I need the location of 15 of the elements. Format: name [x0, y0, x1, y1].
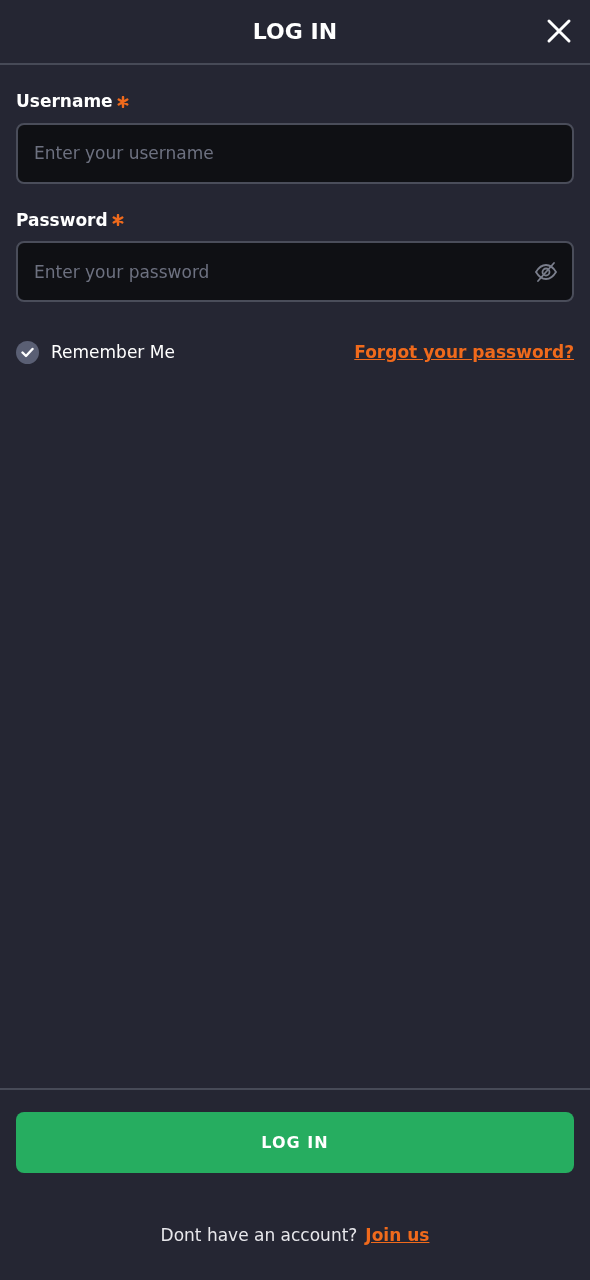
signup-prompt: Dont have an account? — [160, 1224, 358, 1247]
dialog-title: LOG IN — [252, 18, 338, 46]
join-link[interactable]: Join us — [365, 1223, 430, 1249]
close-icon — [546, 18, 572, 44]
field-label: Password — [16, 208, 108, 232]
input-field[interactable]: Enter your password — [16, 241, 574, 302]
close-button[interactable] — [546, 18, 572, 44]
check-icon — [21, 347, 34, 359]
field-label: Username — [16, 90, 113, 113]
checkbox[interactable] — [16, 341, 39, 365]
checkbox-label: Remember Me — [51, 341, 175, 364]
eye-slash-icon[interactable] — [534, 261, 558, 283]
input-field[interactable]: Enter your username — [16, 122, 574, 184]
login-button[interactable]: LOG IN — [16, 1112, 574, 1173]
forgot-password-link[interactable]: Forgot your password? — [354, 340, 574, 366]
